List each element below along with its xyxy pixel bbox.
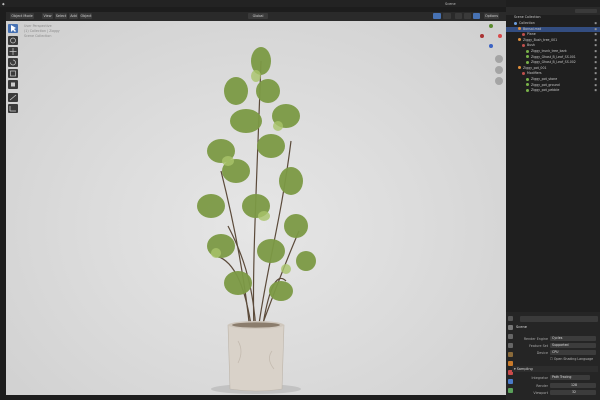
camera-view-icon[interactable] — [495, 77, 503, 85]
gizmo-x-icon[interactable] — [498, 34, 502, 38]
render-samples-label: Render — [536, 384, 548, 388]
integrator-dropdown[interactable]: Path Tracing — [550, 375, 590, 380]
menu-select[interactable]: Select — [55, 13, 67, 19]
outliner-type-icon — [526, 83, 529, 87]
outliner-type-icon — [526, 49, 529, 53]
gizmo-y-icon[interactable] — [489, 24, 493, 28]
outliner-type-icon — [522, 32, 525, 36]
integrator-label: Integrator — [531, 376, 548, 380]
outliner-type-icon — [518, 66, 521, 70]
outliner-type-icon — [526, 60, 529, 64]
measure-tool-icon[interactable] — [8, 104, 18, 113]
outliner-search-input[interactable] — [575, 9, 597, 13]
3d-viewport[interactable] — [6, 21, 506, 395]
shading-rendered-icon[interactable] — [473, 13, 480, 19]
mode-dropdown[interactable]: Object Mode — [10, 13, 34, 19]
gizmo-neg-x-icon[interactable] — [480, 34, 484, 38]
viewport-info-line-3: Scene Collection — [24, 34, 52, 38]
outliner-row-label: Collection — [519, 21, 535, 25]
options-dropdown[interactable]: Options — [484, 13, 499, 19]
outliner-row-label: Ziggy_pot_001 — [523, 65, 547, 70]
rotate-tool-icon[interactable] — [8, 58, 18, 67]
move-tool-icon[interactable] — [8, 47, 18, 56]
outliner-type-icon — [526, 88, 529, 92]
menu-object[interactable]: Object — [80, 13, 92, 19]
feature-set-dropdown[interactable]: Supported — [550, 343, 596, 348]
modifier-props-icon[interactable] — [508, 379, 513, 384]
outliner-row-label: Modifiers — [527, 71, 542, 76]
outliner-row-label: Bush — [527, 43, 535, 48]
tool-props-icon[interactable] — [508, 316, 513, 321]
device-label: Device — [536, 351, 548, 355]
zoom-icon[interactable] — [495, 55, 503, 63]
cursor-tool-icon[interactable] — [8, 36, 18, 45]
view-layer-props-icon[interactable] — [508, 343, 513, 348]
viewport-samples-field[interactable]: 32 — [550, 390, 596, 395]
outliner-type-icon — [514, 21, 517, 25]
outliner-row-label: Ziggy_pot_pebble — [531, 88, 560, 93]
scene-props-icon[interactable] — [508, 352, 513, 357]
outliner-type-icon — [526, 77, 529, 81]
outliner-row-label: Ziggy_pot_ground — [531, 82, 560, 87]
outliner-row-label: Bonsai.mat — [523, 26, 541, 31]
outliner-row-label: Ziggy_Bush_tree_001 — [523, 37, 558, 42]
outliner-type-icon — [522, 71, 525, 75]
render-engine-dropdown[interactable]: Cycles — [550, 336, 596, 341]
outliner-row-label: Ziggy_Ghost_B_Leaf_SS.001 — [531, 54, 576, 59]
outliner-type-icon — [522, 43, 525, 47]
render-samples-field[interactable]: 128 — [550, 383, 596, 388]
outliner-type-icon — [518, 38, 521, 42]
outliner-row-label: Plane — [527, 32, 536, 37]
outliner-scene-collection[interactable]: Scene Collection — [506, 15, 600, 21]
menu-view[interactable]: View — [42, 13, 53, 19]
viewport-samples-label: Viewport — [533, 391, 548, 395]
properties-header: Scene — [516, 325, 527, 329]
output-props-icon[interactable] — [508, 334, 513, 339]
material-props-icon[interactable] — [508, 388, 513, 393]
viewport-info-line-2: (1) Collection | Zoggy — [24, 29, 60, 33]
pan-icon[interactable] — [495, 66, 503, 74]
shading-solid-icon[interactable] — [455, 13, 462, 19]
xray-icon[interactable] — [443, 13, 451, 19]
outliner-type-icon — [518, 27, 521, 31]
overlay-toggle-icon[interactable] — [433, 13, 441, 19]
shading-material-icon[interactable] — [464, 13, 471, 19]
outliner-type-icon — [526, 55, 529, 59]
annotate-tool-icon[interactable] — [8, 93, 18, 102]
blender-logo-icon[interactable]: ◆ — [2, 2, 5, 6]
osl-checkbox[interactable]: ☐ Open Shading Language — [550, 357, 596, 361]
render-engine-label: Render Engine — [523, 337, 548, 341]
device-dropdown[interactable]: CPU — [550, 350, 596, 355]
select-tool-icon[interactable] — [8, 24, 18, 33]
viewport-info-line-1: User Perspective — [24, 24, 52, 28]
outliner-row[interactable]: Ziggy_pot_pebble ◉ — [506, 88, 600, 94]
outliner-row-label: Ziggy_Ghost_B_Leaf_SS.002 — [531, 60, 576, 65]
scale-tool-icon[interactable] — [8, 69, 18, 78]
transform-tool-icon[interactable] — [8, 80, 18, 89]
visibility-eye-icon[interactable]: ◉ — [594, 88, 597, 94]
plant-render — [197, 47, 316, 394]
properties-search-input[interactable] — [520, 316, 598, 322]
render-props-icon[interactable] — [508, 325, 513, 330]
menu-add[interactable]: Add — [69, 13, 78, 19]
transform-orientation[interactable]: Global — [248, 13, 268, 19]
scene-selector[interactable]: Scene — [445, 2, 456, 6]
outliner-row-label: Ziggy_trunk_tree_bark — [531, 49, 567, 53]
sampling-panel-header[interactable]: ▾ Sampling — [512, 366, 598, 372]
feature-set-label: Feature Set — [529, 344, 548, 348]
outliner-row-label: Ziggy_pot_stone — [531, 77, 558, 81]
gizmo-z-icon[interactable] — [489, 44, 493, 48]
